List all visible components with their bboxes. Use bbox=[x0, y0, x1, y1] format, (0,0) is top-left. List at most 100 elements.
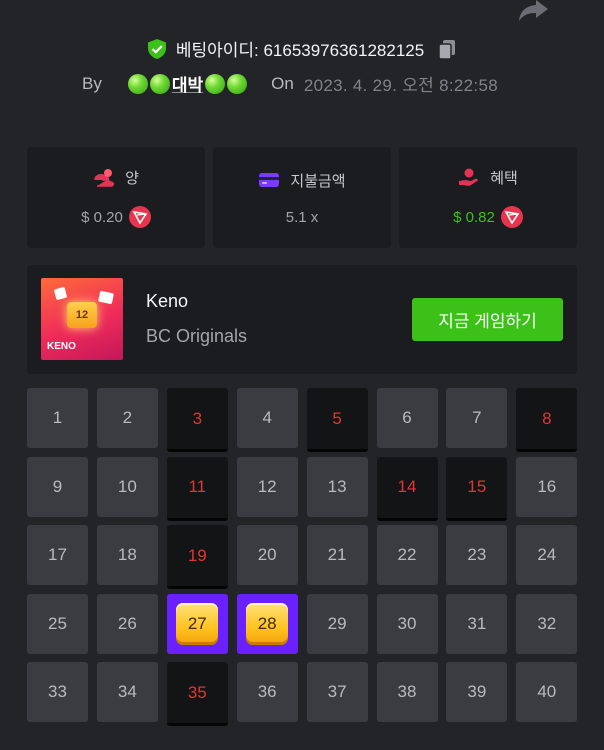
keno-number-17: 17 bbox=[27, 525, 88, 586]
user-name-link[interactable]: 대박 bbox=[112, 71, 248, 96]
gem-icon: 28 bbox=[246, 602, 289, 645]
keno-number-15: 15 bbox=[446, 456, 508, 521]
thumb-number-tile: 12 bbox=[67, 302, 97, 328]
keno-number-label: 33 bbox=[48, 682, 67, 702]
keno-number-label: 9 bbox=[52, 476, 63, 496]
keno-number-label: 11 bbox=[188, 477, 207, 497]
keno-number-7: 7 bbox=[446, 388, 508, 448]
coin-stack-icon bbox=[94, 168, 115, 187]
keno-number-label: 6 bbox=[402, 408, 412, 427]
stat-amount: 양 $ 0.20 bbox=[27, 147, 205, 248]
keno-number-22: 22 bbox=[376, 525, 438, 586]
keno-number-label: 29 bbox=[327, 613, 347, 633]
green-ball-icon bbox=[149, 73, 170, 94]
keno-number-34: 34 bbox=[96, 662, 158, 723]
play-now-button[interactable]: 지금 게임하기 bbox=[412, 298, 563, 341]
keno-number-2: 2 bbox=[96, 388, 158, 448]
keno-number-39: 39 bbox=[446, 662, 508, 723]
keno-number-36: 36 bbox=[236, 662, 298, 723]
keno-number-label: 39 bbox=[467, 682, 487, 702]
keno-number-label: 8 bbox=[542, 408, 552, 428]
verified-shield-icon bbox=[147, 38, 166, 59]
green-ball-icon bbox=[227, 73, 248, 94]
thumb-label: KENO bbox=[47, 341, 76, 352]
keno-number-label: 22 bbox=[397, 545, 417, 565]
keno-number-35: 35 bbox=[166, 662, 228, 727]
keno-number-31: 31 bbox=[446, 593, 508, 654]
keno-number-13: 13 bbox=[306, 456, 368, 517]
stat-amount-value: $ 0.20 bbox=[81, 208, 123, 226]
keno-number-label: 17 bbox=[48, 545, 67, 565]
keno-number-10: 10 bbox=[96, 456, 158, 517]
keno-number-3: 3 bbox=[166, 388, 228, 452]
stat-payout-value: 5.1 x bbox=[285, 208, 319, 226]
game-card: 12 KENO Keno BC Originals 지금 게임하기 bbox=[27, 265, 577, 374]
stat-payout: 지불금액 5.1 x bbox=[213, 147, 391, 248]
keno-number-label: 3 bbox=[192, 408, 203, 428]
keno-number-20: 20 bbox=[236, 525, 298, 586]
stat-profit-value: $ 0.82 bbox=[453, 208, 495, 226]
by-label: By bbox=[82, 73, 102, 93]
keno-number-label: 21 bbox=[327, 545, 347, 565]
game-provider: BC Originals bbox=[146, 326, 248, 346]
keno-number-label: 5 bbox=[332, 408, 342, 428]
bet-id-row: 베팅아이디: 61653976361282125 bbox=[0, 36, 604, 61]
keno-number-25: 25 bbox=[27, 593, 88, 654]
keno-number-label: 1 bbox=[52, 408, 63, 427]
keno-number-8: 8 bbox=[516, 388, 578, 452]
keno-number-40: 40 bbox=[516, 662, 578, 723]
user-name: 대박 bbox=[171, 76, 204, 95]
keno-number-28: 28 bbox=[236, 593, 298, 654]
keno-number-32: 32 bbox=[516, 593, 578, 654]
gem-icon: 27 bbox=[176, 602, 219, 645]
keno-number-6: 6 bbox=[376, 388, 438, 448]
game-name[interactable]: Keno bbox=[146, 291, 188, 312]
keno-number-label: 40 bbox=[537, 682, 557, 702]
keno-number-21: 21 bbox=[306, 525, 368, 586]
keno-number-19: 19 bbox=[166, 525, 228, 590]
green-ball-icon bbox=[205, 73, 226, 94]
keno-number-label: 26 bbox=[117, 613, 137, 633]
keno-number-label: 27 bbox=[187, 613, 207, 633]
keno-number-9: 9 bbox=[27, 456, 88, 517]
share-icon[interactable] bbox=[516, 0, 550, 22]
trx-icon bbox=[128, 206, 151, 228]
stat-amount-label: 양 bbox=[125, 170, 139, 187]
keno-number-37: 37 bbox=[306, 662, 368, 723]
keno-number-label: 20 bbox=[257, 545, 277, 565]
on-label: On bbox=[271, 73, 294, 93]
keno-number-33: 33 bbox=[27, 662, 88, 723]
keno-number-16: 16 bbox=[516, 456, 578, 517]
keno-number-29: 29 bbox=[306, 593, 368, 654]
keno-number-label: 16 bbox=[537, 476, 557, 496]
keno-number-label: 18 bbox=[117, 545, 137, 565]
keno-number-24: 24 bbox=[516, 525, 578, 586]
keno-number-27: 27 bbox=[166, 593, 228, 654]
keno-number-30: 30 bbox=[376, 593, 438, 654]
stat-payout-label: 지불금액 bbox=[290, 172, 346, 190]
keno-number-38: 38 bbox=[376, 662, 438, 723]
copy-icon[interactable] bbox=[436, 38, 458, 60]
keno-number-label: 32 bbox=[537, 613, 557, 633]
keno-number-label: 37 bbox=[327, 682, 347, 702]
keno-number-label: 19 bbox=[187, 545, 207, 565]
keno-number-label: 10 bbox=[117, 476, 137, 496]
keno-number-label: 7 bbox=[472, 408, 482, 427]
keno-number-4: 4 bbox=[236, 388, 298, 448]
keno-number-label: 30 bbox=[397, 613, 417, 633]
keno-number-label: 15 bbox=[467, 477, 487, 497]
profit-hand-icon bbox=[459, 168, 479, 186]
wallet-icon bbox=[259, 173, 280, 187]
keno-number-label: 34 bbox=[117, 682, 137, 702]
keno-number-14: 14 bbox=[376, 456, 438, 521]
bet-id: 베팅아이디: 61653976361282125 bbox=[175, 41, 425, 60]
keno-number-11: 11 bbox=[166, 456, 228, 521]
stat-profit: 혜택 $ 0.82 bbox=[399, 147, 577, 248]
keno-number-label: 31 bbox=[467, 613, 487, 633]
stat-profit-label: 혜택 bbox=[490, 170, 518, 187]
keno-number-23: 23 bbox=[446, 525, 508, 586]
keno-number-1: 1 bbox=[27, 388, 88, 448]
keno-number-label: 38 bbox=[397, 682, 417, 702]
keno-thumbnail[interactable]: 12 KENO bbox=[41, 278, 123, 360]
keno-number-label: 14 bbox=[397, 477, 417, 497]
